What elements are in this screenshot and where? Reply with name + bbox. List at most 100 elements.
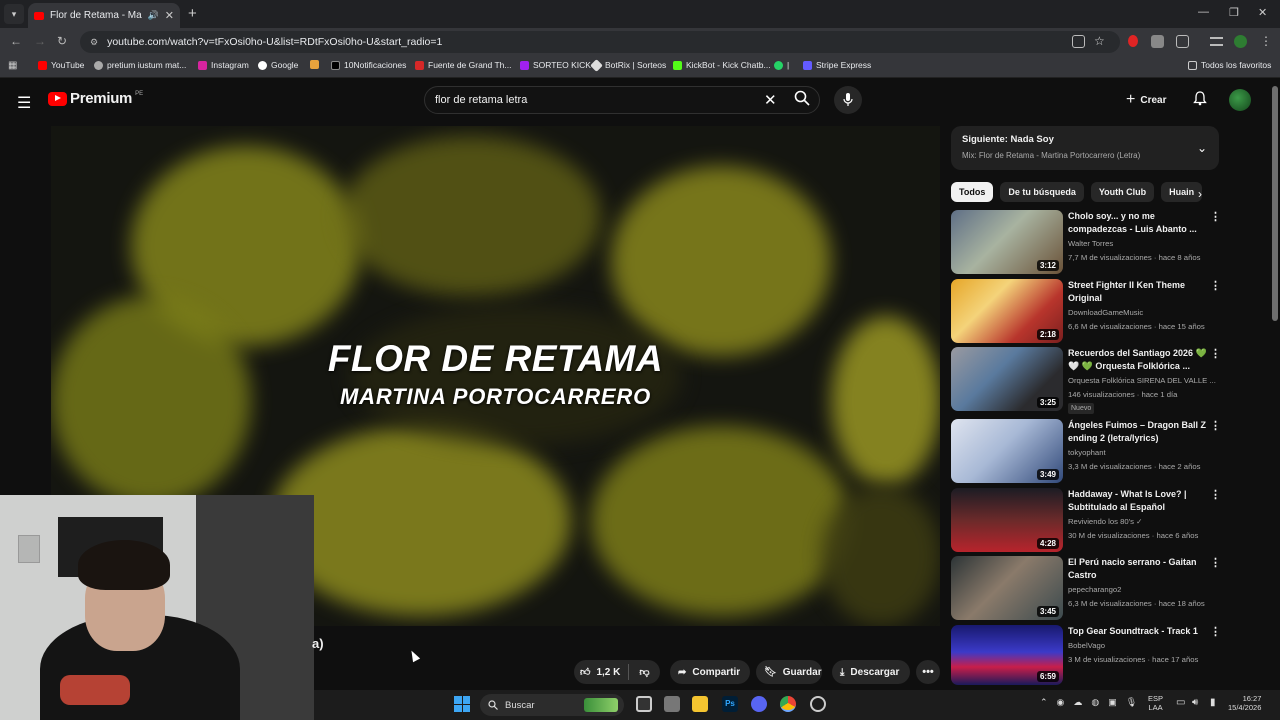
sidebar-video-card[interactable]: 6:59 Top Gear Soundtrack - Track 1 Bobel… xyxy=(951,625,1221,685)
file-explorer-icon[interactable] xyxy=(692,696,708,712)
channel-name[interactable]: Walter Torres xyxy=(1068,237,1218,251)
battery-icon[interactable]: ▮ xyxy=(1210,697,1216,708)
app-icon[interactable] xyxy=(664,696,680,712)
bookmark-google[interactable]: Google xyxy=(258,60,298,70)
sidebar-video-card[interactable]: 3:49 Ángeles Fuimos – Dragon Ball Z endi… xyxy=(951,419,1221,483)
video-card-title[interactable]: Street Fighter II Ken Theme Original xyxy=(1068,279,1210,304)
more-options-icon[interactable]: ⋮ xyxy=(1210,347,1221,360)
extension-record-icon[interactable] xyxy=(1128,35,1138,47)
chip-youth-club[interactable]: Youth Club xyxy=(1090,182,1155,202)
dislike-button[interactable]: 👎︎ xyxy=(629,666,649,678)
share-button[interactable]: ➦ Compartir xyxy=(670,660,750,684)
chevron-down-icon[interactable]: ⌄ xyxy=(1197,141,1207,155)
bookmark-whatsapp[interactable]: | xyxy=(774,60,789,70)
discord-icon[interactable] xyxy=(751,696,767,712)
more-options-icon[interactable]: ⋮ xyxy=(1210,210,1221,223)
bookmark-star-icon[interactable]: ☆ xyxy=(1094,34,1105,48)
search-icon[interactable] xyxy=(794,90,810,109)
video-thumbnail[interactable]: 3:25 xyxy=(951,347,1063,411)
chip-de-tu-busqueda[interactable]: De tu búsqueda xyxy=(1000,182,1084,202)
minimize-window-icon[interactable]: — xyxy=(1198,6,1209,18)
video-card-title[interactable]: El Perú nacio serrano - Gaitan Castro xyxy=(1068,556,1210,581)
reload-icon[interactable]: ↻ xyxy=(57,34,67,48)
chrome-icon[interactable] xyxy=(780,696,796,712)
tray-cloud-icon[interactable]: ☁ xyxy=(1073,697,1082,708)
windows-start-icon[interactable] xyxy=(454,696,470,712)
taskbar-clock[interactable]: 16:27 15/4/2026 xyxy=(1228,694,1261,712)
input-language-indicator[interactable]: ESP LAA xyxy=(1148,694,1163,712)
chip-todos[interactable]: Todos xyxy=(951,182,994,202)
voice-search-mic-icon[interactable] xyxy=(834,86,862,114)
bookmark-stripe[interactable]: Stripe Express xyxy=(803,60,871,70)
speaker-icon[interactable]: 🔊 xyxy=(148,10,159,21)
sidebar-video-card[interactable]: 3:25 Recuerdos del Santiago 2026 💚 🤍 💚 O… xyxy=(951,347,1221,414)
video-thumbnail[interactable]: 3:49 xyxy=(951,419,1063,483)
extension-icon[interactable] xyxy=(1151,35,1164,48)
chip-huain[interactable]: Huain xyxy=(1161,182,1203,202)
more-options-icon[interactable]: ⋮ xyxy=(1210,488,1221,501)
obs-icon[interactable] xyxy=(810,696,826,712)
more-actions-icon[interactable]: ••• xyxy=(916,660,940,684)
sidebar-video-card[interactable]: 3:45 El Perú nacio serrano - Gaitan Cast… xyxy=(951,556,1221,620)
browser-tab-active[interactable]: Flor de Retama - Martina Pr 🔊 ✕ xyxy=(28,3,180,28)
extensions-puzzle-icon[interactable] xyxy=(1176,35,1189,48)
save-button[interactable]: 🔖︎ Guardar xyxy=(756,660,822,684)
maximize-window-icon[interactable]: ❐ xyxy=(1229,6,1239,19)
chevron-up-icon[interactable]: ⌃ xyxy=(1040,697,1048,708)
search-input[interactable]: flor de retama letra xyxy=(424,86,820,114)
address-bar[interactable]: ⚙ youtube.com/watch?v=tFxOsi0ho-U&list=R… xyxy=(80,31,1120,53)
photoshop-icon[interactable]: Ps xyxy=(722,696,738,712)
all-favorites-folder[interactable]: Todos los favoritos xyxy=(1188,60,1271,70)
more-options-icon[interactable]: ⋮ xyxy=(1210,279,1221,292)
apps-grid-icon[interactable]: ▦ xyxy=(8,60,17,71)
tray-app-icon[interactable]: ▣ xyxy=(1108,697,1117,708)
clear-search-icon[interactable]: ✕ xyxy=(764,91,777,109)
sidebar-video-card[interactable]: 2:18 Street Fighter II Ken Theme Origina… xyxy=(951,279,1221,343)
volume-icon[interactable]: 🔊︎ xyxy=(1192,697,1198,708)
channel-name[interactable]: DownloadGameMusic xyxy=(1068,306,1218,320)
bookmark-fuente[interactable]: Fuente de Grand Th... xyxy=(415,60,511,70)
sidebar-video-card[interactable]: 3:12 Cholo soy... y no me compadezcas - … xyxy=(951,210,1221,274)
bookmark-botrix[interactable]: BotRix | Sorteos xyxy=(590,58,666,72)
video-thumbnail[interactable]: 3:12 xyxy=(951,210,1063,274)
reading-list-icon[interactable] xyxy=(1210,37,1223,46)
forward-icon[interactable]: → xyxy=(34,34,46,48)
taskbar-search[interactable]: Buscar xyxy=(480,694,624,716)
profile-avatar-icon[interactable] xyxy=(1234,35,1247,48)
more-options-icon[interactable]: ⋮ xyxy=(1210,419,1221,432)
bookmark-slack[interactable] xyxy=(310,60,319,69)
video-card-title[interactable]: Cholo soy... y no me compadezcas - Luis … xyxy=(1068,210,1210,235)
new-tab-button[interactable]: + xyxy=(188,5,197,22)
youtube-premium-logo[interactable]: Premium PE xyxy=(48,90,143,107)
install-app-icon[interactable] xyxy=(1072,35,1085,48)
download-button[interactable]: ⤓ Descargar xyxy=(832,660,910,684)
create-button[interactable]: + Crear xyxy=(1126,88,1166,112)
tray-app-icon[interactable]: ◉ xyxy=(1057,697,1065,708)
channel-name[interactable]: BobelVago xyxy=(1068,639,1218,653)
bookmark-instagram[interactable]: Instagram xyxy=(198,60,249,70)
back-icon[interactable]: ← xyxy=(10,34,22,48)
video-card-title[interactable]: Recuerdos del Santiago 2026 💚 🤍 💚 Orques… xyxy=(1068,347,1210,372)
task-view-icon[interactable] xyxy=(636,696,652,712)
microphone-icon[interactable]: 🎙︎ xyxy=(1126,697,1137,708)
tray-app-icon[interactable]: ◍ xyxy=(1091,697,1099,708)
video-card-title[interactable]: Ángeles Fuimos – Dragon Ball Z ending 2 … xyxy=(1068,419,1210,444)
playlist-up-next-panel[interactable]: Siguiente: Nada Soy Mix: Flor de Retama … xyxy=(951,126,1219,170)
video-thumbnail[interactable]: 4:28 xyxy=(951,488,1063,552)
video-card-title[interactable]: Top Gear Soundtrack - Track 1 xyxy=(1068,625,1210,638)
notifications-bell-icon[interactable] xyxy=(1193,91,1207,109)
video-thumbnail[interactable]: 3:45 xyxy=(951,556,1063,620)
channel-name[interactable]: Orquesta Folklórica SIRENA DEL VALLE ... xyxy=(1068,374,1218,388)
video-thumbnail[interactable]: 2:18 xyxy=(951,279,1063,343)
hamburger-menu-icon[interactable]: ☰ xyxy=(17,93,31,113)
bookmark-youtube[interactable]: YouTube xyxy=(38,60,84,70)
channel-name[interactable]: pepecharango2 xyxy=(1068,583,1218,597)
chrome-menu-icon[interactable]: ⋮ xyxy=(1260,34,1272,48)
tab-search-menu-icon[interactable]: ▾ xyxy=(4,4,24,24)
more-options-icon[interactable]: ⋮ xyxy=(1210,556,1221,569)
sidebar-video-card[interactable]: 4:28 Haddaway - What Is Love? | Subtitul… xyxy=(951,488,1221,552)
bookmark-10notificaciones[interactable]: 10Notificaciones xyxy=(331,60,406,70)
close-tab-icon[interactable]: ✕ xyxy=(165,9,174,22)
bookmark-kickbot[interactable]: KickBot - Kick Chatb... xyxy=(673,60,771,70)
close-window-icon[interactable]: ✕ xyxy=(1258,6,1267,19)
